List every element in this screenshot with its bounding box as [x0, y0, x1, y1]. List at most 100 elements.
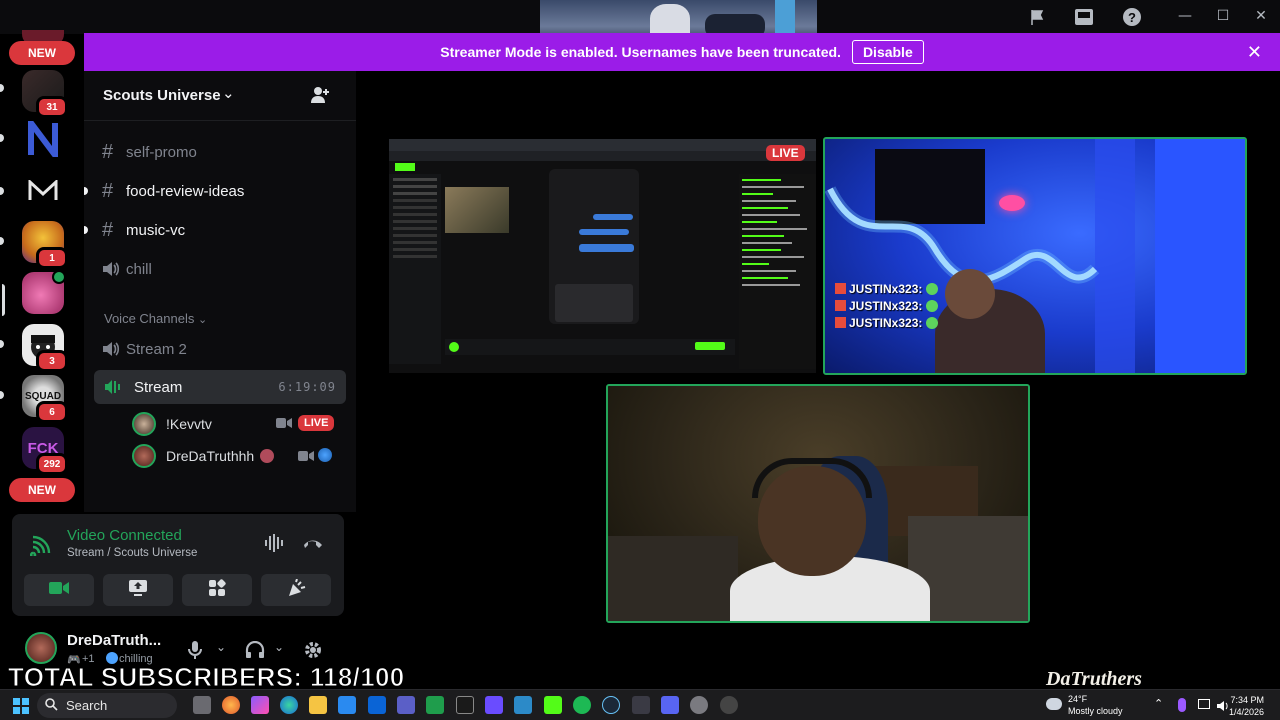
chevron-down-icon[interactable]: ⌄: [216, 640, 226, 654]
stream-tile-dredatruthhh[interactable]: [606, 384, 1030, 623]
invite-icon[interactable]: [310, 85, 330, 110]
server-icon-squad[interactable]: SQUAD 6: [22, 375, 68, 423]
camera-button[interactable]: [24, 574, 94, 606]
app-icon[interactable]: [514, 696, 532, 714]
bed-clutter: [608, 536, 738, 621]
weather-condition: Mostly cloudy: [1068, 706, 1123, 716]
soundboard-icon: [286, 578, 306, 602]
mention-badge: 292: [36, 453, 68, 475]
tray-app-icon[interactable]: [1178, 698, 1186, 712]
time: 7:34 PM: [1230, 695, 1264, 705]
taskbar-search[interactable]: Search: [37, 693, 177, 718]
neon-cloud-sign: [999, 195, 1025, 211]
voice-user-kevvtv[interactable]: !Kevvtv LIVE: [132, 410, 342, 438]
chevron-down-icon: ⌄: [197, 314, 208, 326]
voice-location[interactable]: Stream / Scouts Universe: [67, 547, 197, 559]
voice-user-dredatruthhh[interactable]: DreDaTruthhh: [132, 442, 342, 470]
minimize-icon[interactable]: —: [1166, 0, 1204, 32]
user-name[interactable]: DreDaTruth...: [67, 632, 161, 649]
stream-tile-kevvtv[interactable]: JUSTINx323: JUSTINx323: JUSTINx323:: [823, 137, 1247, 375]
chevron-down-icon[interactable]: ⌄: [274, 640, 284, 654]
outlook-icon[interactable]: [368, 696, 386, 714]
system-clock[interactable]: 7:34 PM 1/4/2026: [1229, 694, 1264, 718]
close-window-icon[interactable]: ✕: [1242, 0, 1280, 32]
activity-icon: [318, 448, 332, 462]
network-icon[interactable]: [1198, 699, 1210, 709]
server-icon-m[interactable]: [22, 170, 64, 212]
channel-chill[interactable]: chill: [102, 254, 152, 284]
xbox-icon[interactable]: [426, 696, 444, 714]
soundboard-button[interactable]: [261, 574, 331, 606]
speaker-icon: [102, 261, 126, 277]
channel-stream-2[interactable]: Stream 2: [102, 334, 187, 364]
task-view-icon[interactable]: [193, 696, 211, 714]
edge-icon[interactable]: [280, 696, 298, 714]
server-header[interactable]: Scouts Universe ⌄: [84, 71, 356, 121]
stream-tile-screenshare[interactable]: LIVE: [389, 139, 816, 373]
kick-icon[interactable]: [544, 696, 562, 714]
copilot-icon[interactable]: [251, 696, 269, 714]
help-icon[interactable]: ?: [1121, 6, 1143, 28]
discord-icon[interactable]: [661, 696, 679, 714]
server-icon-fck[interactable]: FCK 292: [22, 427, 68, 475]
server-icon-bandana[interactable]: 3: [22, 324, 68, 372]
activities-button[interactable]: [182, 574, 252, 606]
chat-overlay-line: JUSTINx323:: [835, 299, 939, 313]
channel-music-vc[interactable]: # music-vc: [102, 215, 185, 245]
volume-icon[interactable]: [1216, 699, 1230, 717]
live-indicator: [52, 270, 66, 284]
window-titlebar: ? — ☐ ✕: [0, 0, 1280, 44]
voice-user-name: !Kevvtv: [166, 416, 212, 432]
avatar[interactable]: [25, 632, 57, 664]
firefox-icon[interactable]: [222, 696, 240, 714]
channel-food-review-ideas[interactable]: # food-review-ideas: [102, 176, 244, 206]
server-rail: NEW 31 1 3 SQUAD 6 FCK 292 NEW: [0, 30, 84, 514]
steam-icon[interactable]: [602, 696, 620, 714]
noise-suppression-icon[interactable]: [264, 534, 286, 557]
maximize-icon[interactable]: ☐: [1204, 0, 1242, 32]
server-icon-pink[interactable]: [22, 270, 66, 314]
app-icon[interactable]: [456, 696, 474, 714]
app-icon[interactable]: [485, 696, 503, 714]
app-icon[interactable]: [632, 696, 650, 714]
inbox-icon[interactable]: [1073, 6, 1095, 28]
mention-badge: 6: [36, 401, 68, 423]
disconnect-icon[interactable]: [302, 536, 324, 555]
channel-stream-active[interactable]: Stream 6:19:09: [94, 370, 346, 404]
kick-stream-info: [445, 339, 735, 355]
voice-user-name: DreDaTruthhh: [166, 448, 255, 464]
streamer-head: [945, 269, 995, 319]
channel-self-promo[interactable]: # self-promo: [102, 137, 197, 167]
new-unreads-pill-top[interactable]: NEW: [9, 41, 75, 65]
windows-taskbar: Search 24°F Mostly cloudy ⌃ 7:34 PM 1/4/…: [0, 689, 1280, 720]
stream-icon: [104, 378, 124, 401]
flag-icon[interactable]: [1027, 6, 1049, 28]
connection-icon: [29, 534, 52, 561]
hash-icon: #: [102, 140, 114, 163]
new-unreads-pill-bottom[interactable]: NEW: [9, 478, 75, 502]
channel-label: Stream: [134, 379, 183, 396]
avatar: [132, 444, 156, 468]
camera-icon: [276, 416, 292, 434]
windows-icon[interactable]: [13, 698, 29, 719]
voice-status[interactable]: Video Connected: [67, 527, 182, 544]
voice-connection-panel: Video Connected Stream / Scouts Universe: [12, 514, 344, 616]
server-icon-anime[interactable]: 1: [22, 221, 68, 269]
headset-icon[interactable]: [245, 640, 265, 664]
server-icon-n[interactable]: [22, 118, 64, 160]
live-badge: LIVE: [298, 415, 335, 431]
store-icon[interactable]: [338, 696, 356, 714]
mention-badge: 3: [36, 350, 68, 372]
screenshare-button[interactable]: [103, 574, 173, 606]
streamer-mode-banner: Streamer Mode is enabled. Usernames have…: [84, 33, 1280, 71]
file-explorer-icon[interactable]: [309, 696, 327, 714]
settings-icon[interactable]: [690, 696, 708, 714]
disable-button[interactable]: Disable: [851, 40, 924, 64]
server-icon-1[interactable]: 31: [22, 70, 68, 118]
spotify-icon[interactable]: [573, 696, 591, 714]
app-icon[interactable]: [720, 696, 738, 714]
teams-icon[interactable]: [397, 696, 415, 714]
close-icon[interactable]: ✕: [1247, 42, 1262, 63]
voice-channels-category[interactable]: Voice Channels ⌄: [104, 311, 207, 326]
chevron-up-icon[interactable]: ⌃: [1154, 697, 1163, 710]
